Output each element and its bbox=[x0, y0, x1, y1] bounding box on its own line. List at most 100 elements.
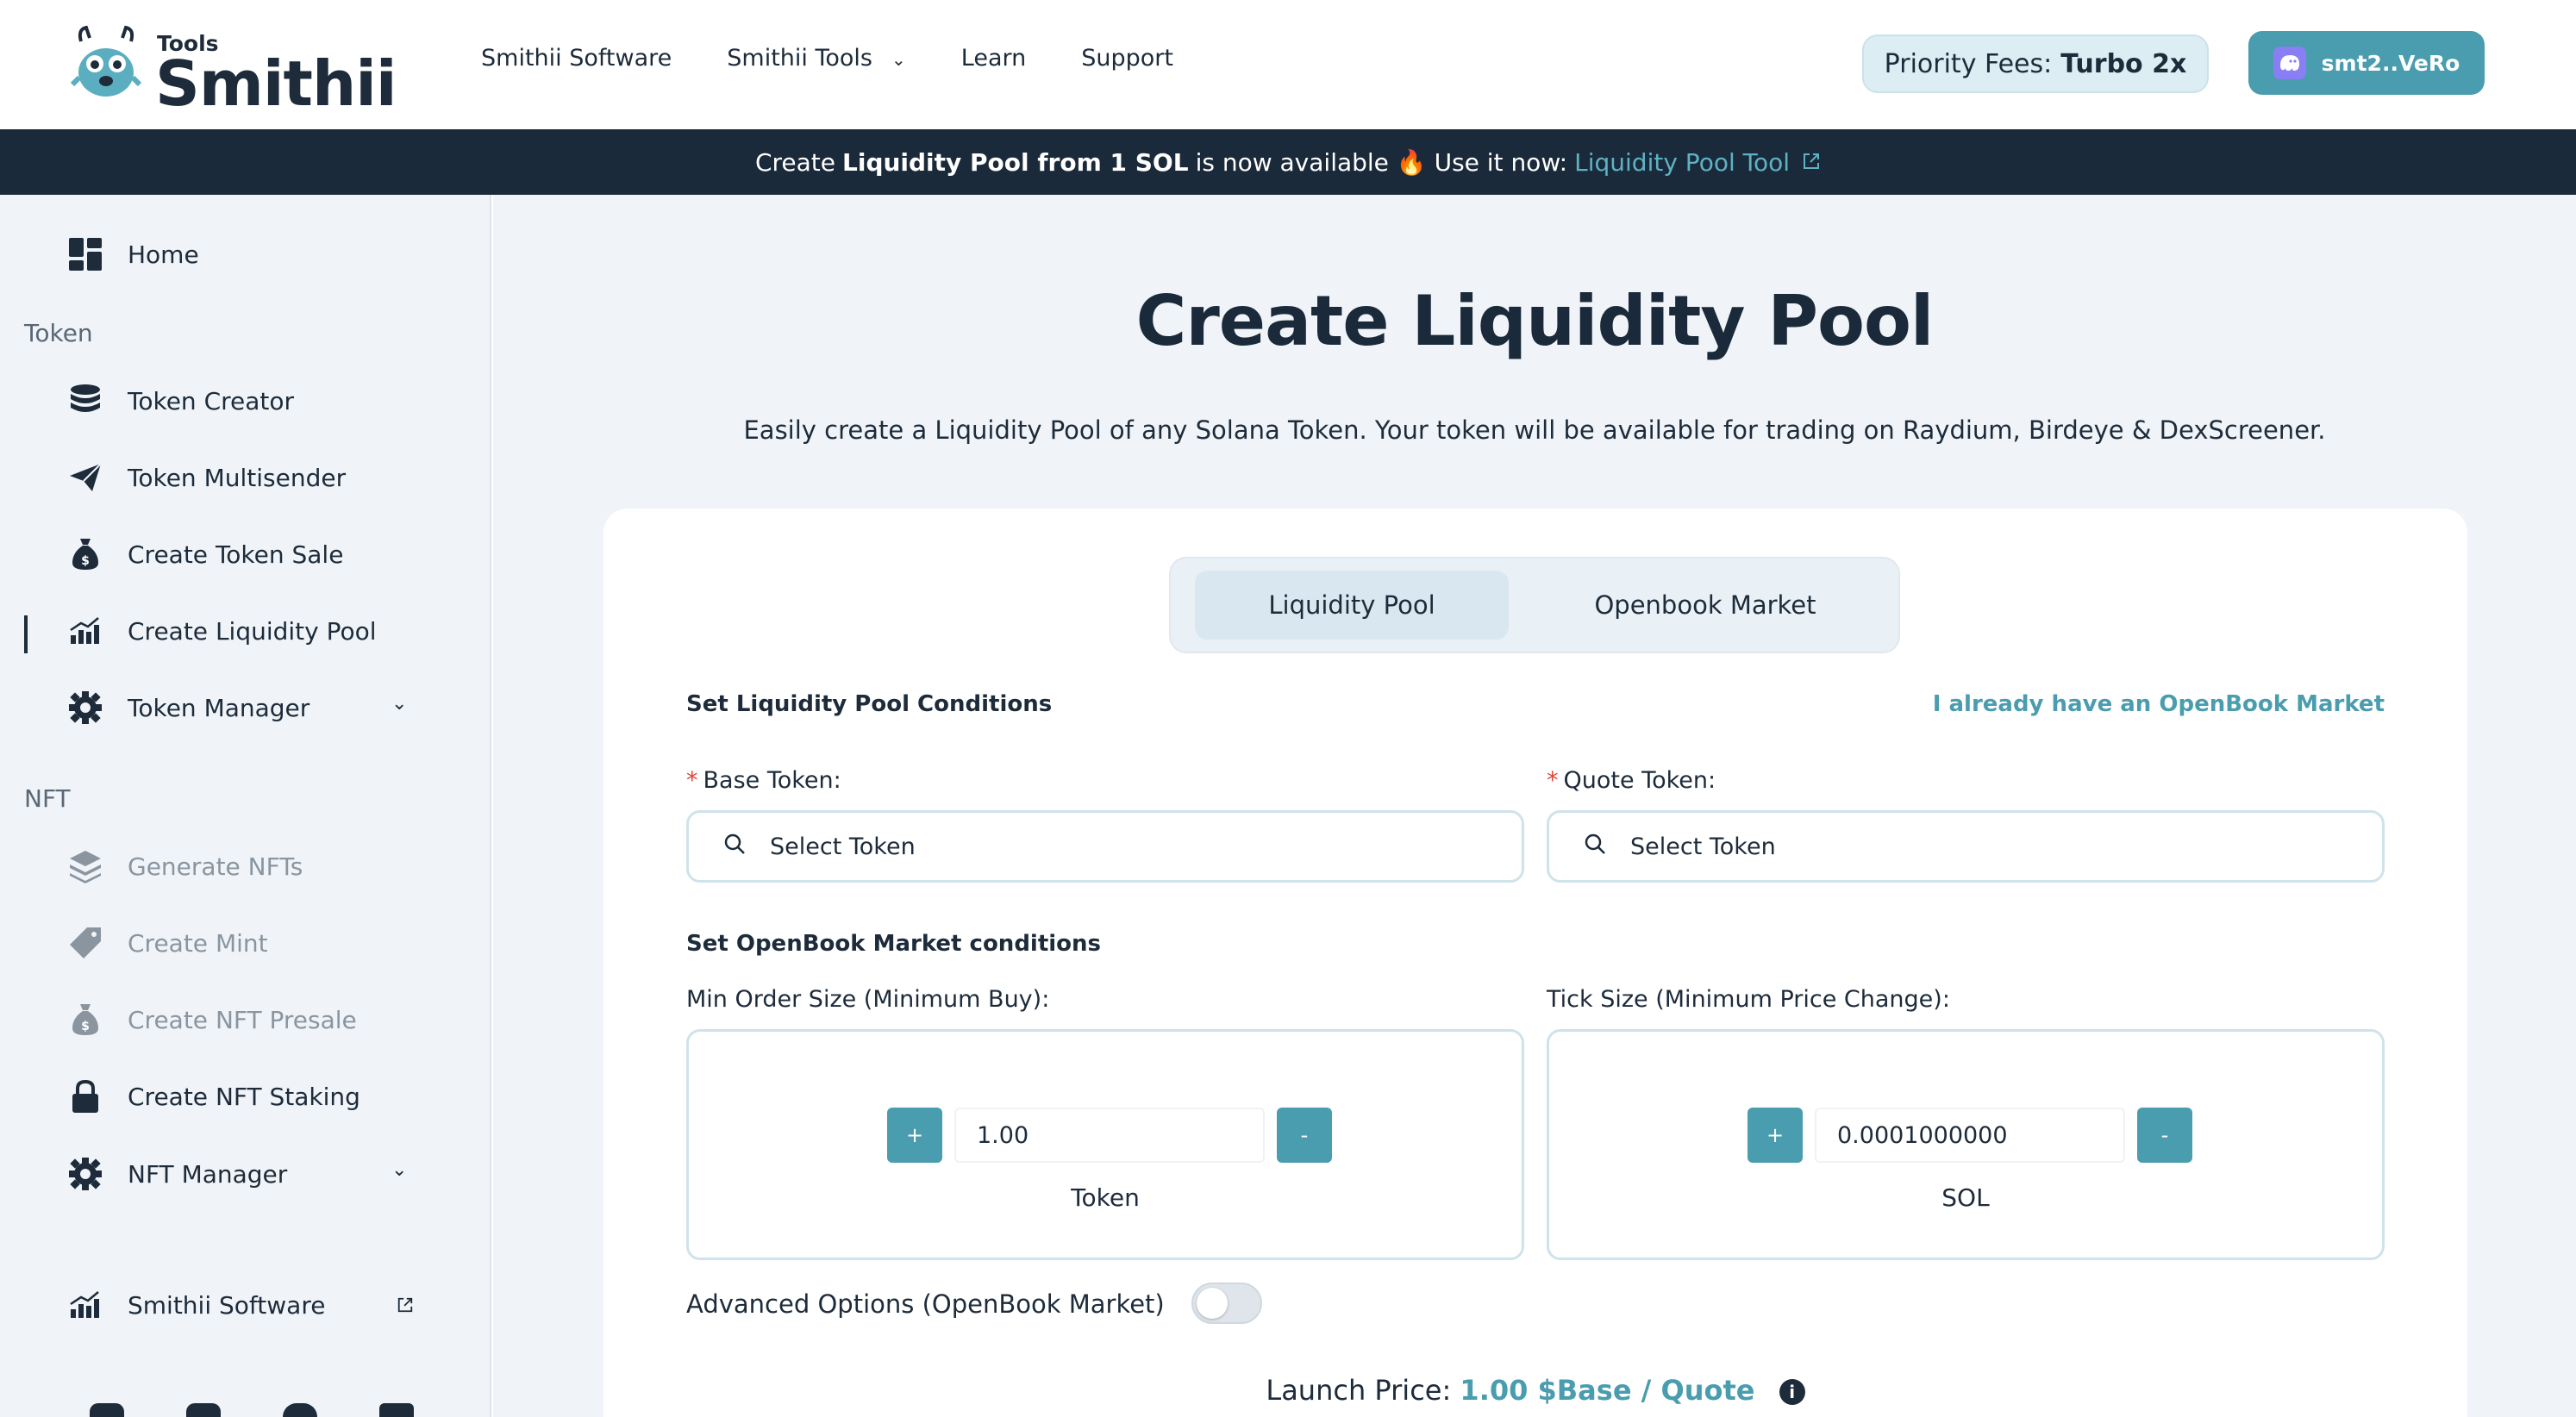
nav-support[interactable]: Support bbox=[1081, 45, 1173, 72]
increment-button[interactable]: + bbox=[1748, 1108, 1803, 1163]
sidebar-item-create-mint[interactable]: Create Mint bbox=[67, 925, 268, 961]
priority-fees-button[interactable]: Priority Fees: Turbo 2x bbox=[1862, 34, 2209, 93]
priority-fees-label: Priority Fees: bbox=[1884, 48, 2053, 79]
min-order-stepper: + 1.00 - bbox=[887, 1108, 1332, 1163]
toggle-knob bbox=[1197, 1288, 1228, 1319]
page-title: Create Liquidity Pool bbox=[1135, 281, 1935, 361]
sidebar-item-token-creator[interactable]: Token Creator bbox=[67, 383, 294, 419]
youtube-icon[interactable] bbox=[379, 1403, 414, 1417]
sidebar-item-label: Token Multisender bbox=[128, 463, 347, 492]
have-market-link[interactable]: I already have an OpenBook Market bbox=[1933, 691, 2385, 717]
search-icon bbox=[723, 833, 746, 861]
discord-icon[interactable] bbox=[90, 1403, 124, 1417]
min-order-label: Min Order Size (Minimum Buy): bbox=[686, 986, 1050, 1013]
phantom-wallet-icon bbox=[2273, 47, 2306, 79]
banner-bold: Liquidity Pool from 1 SOL bbox=[842, 147, 1189, 177]
chevron-down-icon[interactable]: ⌄ bbox=[391, 693, 407, 715]
top-nav: Smithii Software Smithii Tools ⌄ Learn Su… bbox=[481, 45, 1173, 72]
search-icon bbox=[1584, 833, 1606, 861]
base-token-select[interactable]: Select Token bbox=[686, 810, 1524, 883]
required-asterisk: * bbox=[686, 767, 698, 794]
dashboard-icon bbox=[67, 236, 103, 272]
chevron-down-icon[interactable]: ⌄ bbox=[391, 1159, 407, 1181]
nav-smithii-software[interactable]: Smithii Software bbox=[481, 45, 672, 72]
tab-liquidity-pool[interactable]: Liquidity Pool bbox=[1195, 571, 1509, 640]
nav-smithii-tools-label: Smithii Tools bbox=[727, 45, 872, 72]
chevron-down-icon: ⌄ bbox=[891, 49, 906, 70]
sidebar-item-token-multisender[interactable]: Token Multisender bbox=[67, 459, 346, 496]
launch-price-value: 1.00 $Base / Quote bbox=[1460, 1374, 1755, 1407]
decrement-button[interactable]: - bbox=[2137, 1108, 2192, 1163]
sidebar-section-token: Token bbox=[24, 319, 93, 347]
sidebar-item-generate-nfts[interactable]: Generate NFTs bbox=[67, 848, 303, 884]
sidebar-item-nft-manager[interactable]: NFT Manager bbox=[67, 1156, 287, 1192]
required-asterisk: * bbox=[1547, 767, 1559, 794]
paper-plane-icon bbox=[67, 459, 103, 496]
coins-stack-icon bbox=[67, 383, 103, 419]
telegram-icon[interactable] bbox=[283, 1403, 317, 1417]
smithii-logo[interactable]: Tools Smithii bbox=[70, 22, 397, 115]
priority-fees-value: Turbo 2x bbox=[2060, 48, 2187, 79]
wallet-button[interactable]: smt2..VeRo bbox=[2248, 31, 2485, 95]
announcement-banner: Create Liquidity Pool from 1 SOL is now … bbox=[0, 129, 2576, 195]
tick-size-unit: SOL bbox=[1941, 1183, 1990, 1212]
svg-text:$: $ bbox=[81, 1020, 90, 1033]
info-icon[interactable]: i bbox=[1779, 1379, 1805, 1405]
external-link-icon[interactable] bbox=[397, 1296, 414, 1317]
quote-token-select[interactable]: Select Token bbox=[1547, 810, 2385, 883]
sidebar-item-create-liquidity-pool[interactable]: Create Liquidity Pool bbox=[67, 613, 377, 649]
sidebar-item-label: Create Token Sale bbox=[128, 540, 344, 569]
bar-chart-icon bbox=[67, 613, 103, 649]
active-indicator bbox=[24, 615, 28, 653]
sidebar-item-home[interactable]: Home bbox=[67, 236, 199, 272]
sidebar-item-label: Home bbox=[128, 240, 199, 269]
sidebar-item-create-nft-presale[interactable]: $ Create NFT Presale bbox=[67, 1002, 357, 1038]
top-header: Tools Smithii Smithii Software Smithii T… bbox=[0, 0, 2576, 129]
sidebar-item-create-nft-staking[interactable]: Create NFT Staking bbox=[67, 1078, 360, 1114]
gear-icon bbox=[67, 1156, 103, 1192]
base-token-label: * Base Token: bbox=[686, 767, 841, 794]
base-token-label-text: Base Token: bbox=[703, 767, 841, 794]
sidebar-item-token-manager[interactable]: Token Manager bbox=[67, 690, 309, 726]
pool-conditions-heading: Set Liquidity Pool Conditions bbox=[686, 691, 1053, 717]
min-order-input[interactable]: 1.00 bbox=[954, 1108, 1265, 1163]
page-description: Easily create a Liquidity Pool of any So… bbox=[743, 415, 2326, 445]
form-card: Liquidity Pool Openbook Market Set Liqui… bbox=[603, 509, 2467, 1417]
tick-size-box: + 0.0001000000 - SOL bbox=[1547, 1029, 2385, 1260]
advanced-options-toggle[interactable] bbox=[1191, 1283, 1262, 1324]
sidebar-item-label: Generate NFTs bbox=[128, 852, 303, 881]
sidebar-item-label: Create NFT Staking bbox=[128, 1082, 360, 1111]
sidebar: Home Token Token Creator Token Multisend… bbox=[0, 195, 491, 1417]
sidebar-item-create-token-sale[interactable]: $ Create Token Sale bbox=[67, 536, 343, 572]
sidebar-item-smithii-software[interactable]: Smithii Software bbox=[67, 1287, 325, 1323]
increment-button[interactable]: + bbox=[887, 1108, 942, 1163]
decrement-button[interactable]: - bbox=[1277, 1108, 1332, 1163]
twitter-icon[interactable] bbox=[186, 1403, 221, 1417]
quote-token-label: * Quote Token: bbox=[1547, 767, 1716, 794]
tick-size-stepper: + 0.0001000000 - bbox=[1748, 1108, 2192, 1163]
sidebar-section-nft: NFT bbox=[24, 784, 71, 813]
advanced-options-label: Advanced Options (OpenBook Market) bbox=[686, 1289, 1165, 1319]
banner-link[interactable]: Liquidity Pool Tool bbox=[1574, 148, 1790, 177]
tag-icon bbox=[67, 925, 103, 961]
tab-switcher: Liquidity Pool Openbook Market bbox=[1169, 557, 1900, 653]
sidebar-item-label: Create NFT Presale bbox=[128, 1005, 357, 1034]
bar-chart-icon bbox=[67, 1287, 103, 1323]
nav-learn[interactable]: Learn bbox=[961, 45, 1026, 72]
sidebar-item-label: NFT Manager bbox=[128, 1159, 288, 1189]
main-content: Create Liquidity Pool Easily create a Li… bbox=[493, 195, 2576, 1417]
tick-size-input[interactable]: 0.0001000000 bbox=[1815, 1108, 2125, 1163]
banner-text-2: is now available 🔥 Use it now: bbox=[1195, 147, 1568, 177]
mascot-icon bbox=[70, 24, 145, 107]
sidebar-item-label: Token Creator bbox=[128, 386, 295, 415]
gear-icon bbox=[67, 690, 103, 726]
launch-price-label: Launch Price: bbox=[1266, 1374, 1452, 1407]
sidebar-item-label: Create Liquidity Pool bbox=[128, 616, 377, 646]
external-link-icon[interactable] bbox=[1802, 148, 1821, 177]
nav-smithii-tools[interactable]: Smithii Tools ⌄ bbox=[727, 45, 906, 72]
quote-token-label-text: Quote Token: bbox=[1563, 767, 1716, 794]
svg-text:$: $ bbox=[81, 554, 90, 568]
tab-openbook-market[interactable]: Openbook Market bbox=[1541, 571, 1869, 640]
social-icons bbox=[90, 1403, 414, 1417]
money-bag-icon: $ bbox=[67, 536, 103, 572]
